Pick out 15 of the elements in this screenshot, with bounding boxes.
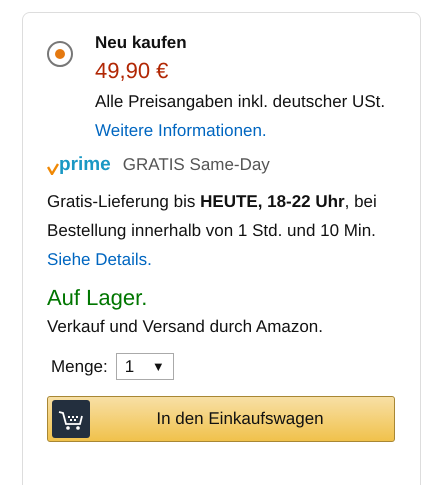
prime-logo: prime	[47, 155, 111, 175]
price: 49,90 €	[95, 57, 170, 85]
stock-status: Auf Lager.	[47, 284, 148, 312]
shipping-label: GRATIS Same-Day	[122, 155, 270, 175]
add-to-cart-button[interactable]: In den Einkaufswagen	[47, 396, 395, 442]
cart-icon	[52, 400, 90, 438]
details-link[interactable]: Siehe Details.	[47, 250, 152, 269]
radio-button[interactable]	[47, 41, 73, 67]
tax-note: Alle Preisangaben inkl. deutscher USt. Weitere Informationen.	[95, 91, 386, 142]
offer-title: Neu kaufen	[95, 32, 188, 54]
delivery-text: Gratis-Lieferung bis HEUTE, 18-22 Uhr, bei Bestellung innerhalb von 1 Std. und 10 Min. Siehe Details.	[47, 191, 378, 271]
seller-text: Verkauf und Versand durch Amazon.	[47, 316, 324, 338]
quantity-select[interactable]: 1 ▼	[116, 353, 174, 380]
info-link[interactable]: Weitere Informationen.	[95, 121, 267, 140]
quantity-label: Menge:	[51, 356, 108, 376]
